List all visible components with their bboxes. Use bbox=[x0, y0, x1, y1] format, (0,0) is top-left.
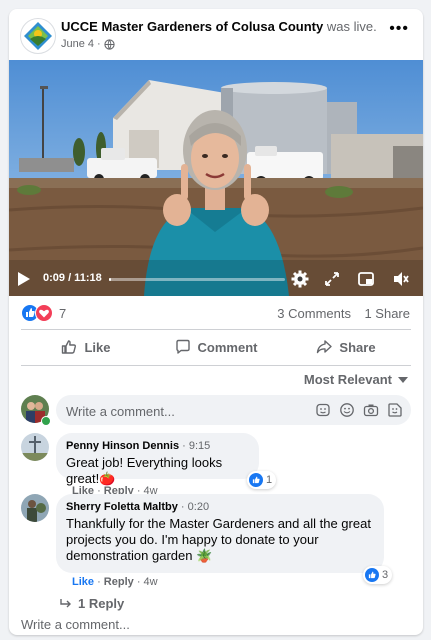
share-arrow-icon bbox=[317, 340, 333, 354]
camera-icon[interactable] bbox=[363, 402, 379, 418]
post-actions: Like Comment Share bbox=[21, 332, 411, 362]
post-title: UCCE Master Gardeners of Colusa County w… bbox=[61, 19, 377, 34]
page-name-link[interactable]: UCCE Master Gardeners of Colusa County bbox=[61, 19, 323, 34]
more-horizontal-icon: ••• bbox=[389, 20, 409, 37]
comment-timestamp[interactable]: 0:20 bbox=[188, 501, 209, 513]
actions-bottom-divider bbox=[21, 365, 411, 366]
reactions-summary: 7 3 Comments 1 Share bbox=[9, 303, 423, 325]
comment-button[interactable]: Comment bbox=[151, 332, 281, 362]
comment-reaction-count: 3 bbox=[382, 569, 389, 581]
page-avatar[interactable] bbox=[20, 18, 56, 54]
volume-muted-icon[interactable] bbox=[392, 270, 410, 288]
post-header: UCCE Master Gardeners of Colusa County w… bbox=[9, 9, 423, 61]
commenter-name[interactable]: Penny Hinson Dennis bbox=[66, 440, 179, 452]
comment-text: Thankfully for the Master Gardeners and … bbox=[66, 516, 371, 563]
picture-in-picture-icon[interactable] bbox=[357, 270, 375, 288]
sort-label: Most Relevant bbox=[303, 372, 392, 387]
commenter-name[interactable]: Sherry Foletta Maltby bbox=[66, 501, 178, 513]
settings-gear-icon[interactable] bbox=[291, 270, 309, 288]
commenter-avatar[interactable] bbox=[21, 433, 49, 461]
comment-timestamp[interactable]: 9:15 bbox=[189, 440, 210, 452]
comment-icon bbox=[175, 339, 190, 354]
shares-count-link[interactable]: 1 Share bbox=[364, 306, 410, 321]
composer-icons bbox=[315, 402, 403, 418]
like-reaction-icon bbox=[365, 568, 379, 582]
comment-age[interactable]: 4w bbox=[144, 576, 158, 588]
comment-sort-dropdown[interactable]: Most Relevant bbox=[304, 372, 408, 387]
commenter-avatar[interactable] bbox=[21, 494, 49, 522]
reply-arrow-icon bbox=[60, 598, 71, 607]
comment-reaction-badge[interactable]: 3 bbox=[363, 566, 393, 584]
play-icon[interactable] bbox=[18, 272, 30, 286]
sticker-icon[interactable] bbox=[315, 402, 331, 418]
actions-top-divider bbox=[21, 329, 411, 330]
comment-input-box bbox=[56, 395, 411, 427]
comment-meta: Like · Reply · 4w bbox=[72, 576, 158, 588]
gif-icon[interactable] bbox=[387, 402, 403, 418]
comment-reply-link[interactable]: Reply bbox=[104, 576, 134, 588]
thumbs-up-icon bbox=[62, 340, 77, 354]
comment-bubble: Penny Hinson Dennis · 9:15 Great job! Ev… bbox=[56, 433, 259, 486]
globe-icon bbox=[104, 38, 115, 50]
love-reaction-icon[interactable] bbox=[35, 304, 53, 322]
post-date[interactable]: June 4 bbox=[61, 38, 94, 50]
comment-input[interactable] bbox=[56, 395, 328, 427]
like-button[interactable]: Like bbox=[21, 332, 151, 362]
video-controls: 0:09 / 11:18 bbox=[9, 260, 423, 296]
comment-reaction-badge[interactable]: 1 bbox=[247, 471, 277, 489]
video-time: 0:09 / 11:18 bbox=[43, 272, 102, 284]
replies-count-label: 1 Reply bbox=[78, 596, 125, 611]
post-verb: was live. bbox=[326, 19, 377, 34]
more-options-button[interactable]: ••• bbox=[389, 20, 409, 37]
video-progress-bar[interactable] bbox=[109, 278, 285, 281]
comment-label: Comment bbox=[197, 339, 258, 355]
share-label: Share bbox=[339, 339, 376, 355]
video-progress-fill bbox=[109, 278, 112, 281]
meta-separator: · bbox=[97, 38, 101, 50]
expand-icon[interactable] bbox=[323, 270, 341, 288]
online-status-dot bbox=[41, 416, 51, 426]
view-replies-link[interactable]: 1 Reply bbox=[60, 596, 124, 611]
comment-like-link[interactable]: Like bbox=[72, 576, 94, 588]
share-button[interactable]: Share bbox=[281, 332, 411, 362]
comments-count-link[interactable]: 3 Comments bbox=[277, 306, 351, 321]
emoji-icon[interactable] bbox=[339, 402, 355, 418]
live-video-player[interactable]: 0:09 / 11:18 bbox=[9, 60, 423, 296]
caret-down-icon bbox=[398, 376, 408, 383]
comment-composer bbox=[21, 395, 411, 427]
comment-reaction-count: 1 bbox=[266, 474, 273, 486]
like-reaction-icon bbox=[249, 473, 263, 487]
reaction-count[interactable]: 7 bbox=[59, 306, 66, 321]
comment-bubble: Sherry Foletta Maltby · 0:20 Thankfully … bbox=[56, 494, 384, 573]
bottom-comment-prompt[interactable]: Write a comment... bbox=[21, 617, 130, 632]
comment-text: Great job! Everything looks great!🍅 bbox=[66, 455, 223, 486]
post-meta: June 4 · bbox=[61, 38, 115, 50]
post-card: UCCE Master Gardeners of Colusa County w… bbox=[9, 9, 423, 635]
like-label: Like bbox=[84, 339, 111, 355]
